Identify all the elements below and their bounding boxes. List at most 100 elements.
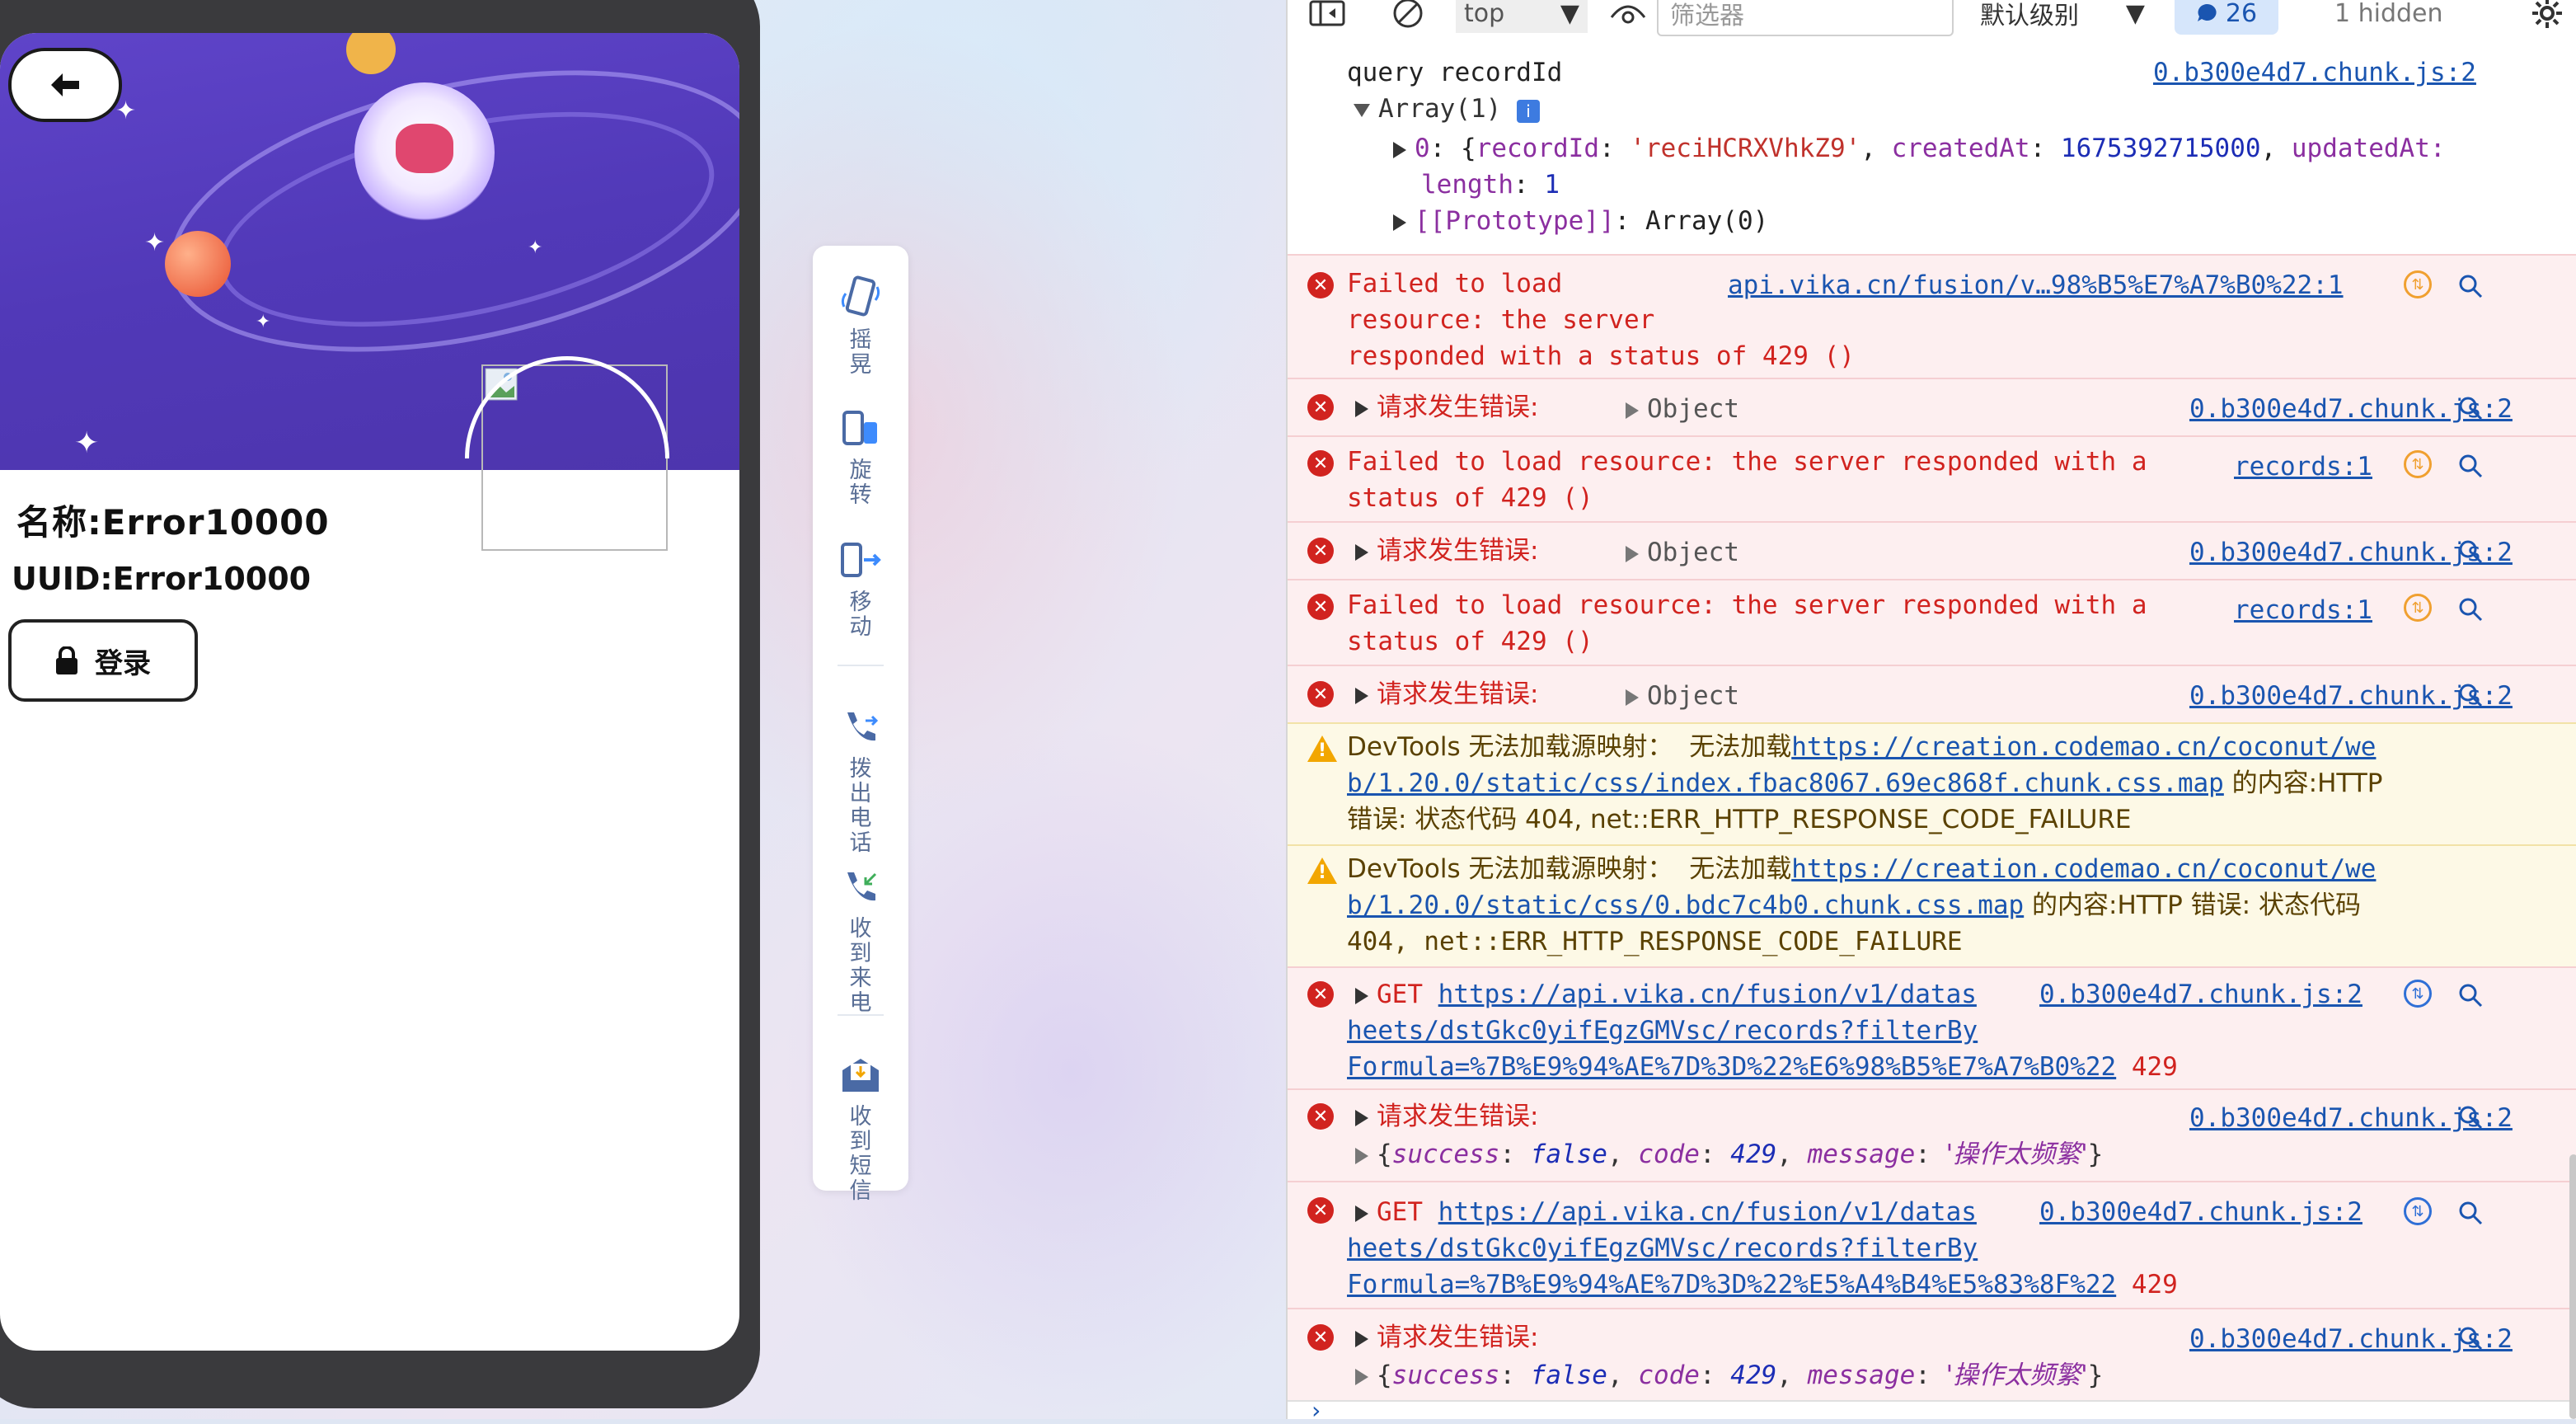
console-toolbar: top ▼ 筛选器 默认级别 ▼ 26 1 hidden [1288, 0, 2576, 40]
search-icon[interactable] [2458, 539, 2483, 564]
login-button-label: 登录 [95, 646, 151, 680]
error-icon: ✕ [1307, 681, 1334, 707]
log-row-get-error: ✕ GET https://api.vika.cn/fusion/v1/data… [1288, 966, 2576, 1088]
source-link[interactable]: 0.b300e4d7.chunk.js:2 [2039, 1194, 2363, 1230]
log-row-request-error: ✕ 请求发生错误: {success: false, code: 429, me… [1288, 1308, 2576, 1400]
move-phone-icon [841, 543, 881, 577]
block-icon [1393, 0, 1423, 28]
toolbar-divider [838, 1014, 884, 1016]
network-request-icon[interactable]: ⇅ [2404, 594, 2432, 622]
source-map-link[interactable]: https://creation.codemao.cn/coconut/we [1791, 854, 2376, 884]
tool-incoming-sms[interactable]: 收到短信 [813, 1054, 908, 1204]
source-link[interactable]: 0.b300e4d7.chunk.js:2 [2039, 976, 2363, 1013]
device-uuid-label: UUID:Error10000 [12, 561, 312, 597]
error-icon: ✕ [1307, 272, 1334, 298]
devtools-console: top ▼ 筛选器 默认级别 ▼ 26 1 hidden query recor… [1286, 0, 2576, 1424]
request-url-link[interactable]: heets/dstGkc0yifEgzGMVsc/records?filterB… [1347, 1016, 1978, 1046]
info-icon: i [1516, 100, 1540, 123]
log-row-request-error: ✕ 请求发生错误: Object 0.b300e4d7.chunk.js:2 [1288, 521, 2576, 579]
login-button[interactable]: 登录 [8, 619, 198, 702]
sidebar-toggle-icon [1309, 0, 1345, 26]
array-toggle[interactable]: Array(1) i [1354, 91, 1540, 127]
search-icon[interactable] [2458, 454, 2483, 478]
request-url-link[interactable]: Formula=%7B%E9%94%AE%7D%3D%22%E6%98%B5%E… [1347, 1052, 2116, 1082]
source-link[interactable]: records:1 [2234, 449, 2372, 485]
search-icon[interactable] [2458, 274, 2483, 298]
toolbar-divider [838, 665, 884, 666]
network-request-icon[interactable]: ⇅ [2404, 1197, 2432, 1225]
error-icon: ✕ [1307, 1324, 1334, 1351]
source-map-link[interactable]: https://creation.codemao.cn/coconut/we [1791, 732, 2376, 762]
context-select[interactable]: top ▼ [1456, 0, 1588, 33]
incoming-call-icon [847, 872, 877, 901]
warning-icon: ! [1307, 735, 1337, 762]
request-url-link[interactable]: https://api.vika.cn/fusion/v1/datas [1438, 980, 1977, 1009]
error-icon: ✕ [1307, 538, 1334, 564]
log-row-error: ✕ Failed to load resource: the server re… [1288, 254, 2576, 378]
search-icon[interactable] [2458, 983, 2483, 1008]
tool-shake[interactable]: 摇晃 [813, 274, 908, 378]
log-row-warning: ! DevTools 无法加载源映射： 无法加载https://creation… [1288, 844, 2576, 966]
warning-icon: ! [1307, 858, 1337, 884]
log-row-request-error: ✕ 请求发生错误: Object 0.b300e4d7.chunk.js:2 [1288, 665, 2576, 722]
log-row-error: ✕ Failed to load resource: the server re… [1288, 579, 2576, 665]
tool-outgoing-call[interactable]: 拨出电话 [813, 706, 908, 856]
error-icon: ✕ [1307, 1103, 1334, 1130]
phone-screen: ✦ ✦ ✦ ✦ ✦ 名称:Error10000 UUID:Error10000 … [0, 33, 739, 1351]
outgoing-call-icon [847, 712, 879, 741]
log-row-request-error: ✕ 请求发生错误: Object 0.b300e4d7.chunk.js:2 [1288, 378, 2576, 435]
back-button[interactable] [8, 48, 122, 122]
source-link[interactable]: records:1 [2234, 592, 2372, 628]
request-url-link[interactable]: Formula=%7B%E9%94%AE%7D%3D%22%E5%A4%B4%E… [1347, 1270, 2116, 1299]
error-icon: ✕ [1307, 1197, 1334, 1224]
search-icon[interactable] [2458, 1326, 2483, 1351]
network-request-icon[interactable]: ⇅ [2404, 980, 2432, 1008]
simulator-toolbar: 摇晃 旋转 移动 拨出电话 收到来电 收到短信 [813, 246, 908, 1204]
shake-phone-icon [841, 275, 880, 317]
network-request-icon[interactable]: ⇅ [2404, 270, 2432, 298]
search-icon[interactable] [2458, 597, 2483, 622]
search-icon[interactable] [2458, 1201, 2483, 1225]
tool-incoming-sms-label: 收到短信 [849, 1104, 872, 1204]
array-item-0[interactable]: 0: {recordId: 'reciHCRXVhkZ9', createdAt… [1393, 130, 2446, 167]
log-row-warning: ! DevTools 无法加载源映射： 无法加载https://creation… [1288, 722, 2576, 844]
network-request-icon[interactable]: ⇅ [2404, 450, 2432, 478]
response-object[interactable]: {success: false, code: 429, message: '操作… [1355, 1136, 2103, 1173]
hidden-count[interactable]: 1 hidden [2334, 0, 2443, 33]
error-icon: ✕ [1307, 981, 1334, 1008]
log-text: query recordId [1347, 58, 1563, 87]
issues-badge[interactable]: 26 [2175, 0, 2278, 35]
search-icon[interactable] [2458, 1105, 2483, 1130]
source-map-link[interactable]: b/1.20.0/static/css/0.bdc7c4b0.chunk.css… [1347, 891, 2024, 920]
settings-button[interactable] [2531, 0, 2564, 33]
tool-incoming-call[interactable]: 收到来电 [813, 866, 908, 1016]
gear-icon [2532, 0, 2562, 28]
source-map-link[interactable]: b/1.20.0/static/css/index.fbac8067.69ec8… [1347, 768, 2224, 798]
tool-move[interactable]: 移动 [813, 539, 908, 640]
array-prototype[interactable]: [[Prototype]]: Array(0) [1393, 203, 1768, 239]
console-scrollbar[interactable] [2569, 1154, 2576, 1419]
request-url-link[interactable]: heets/dstGkc0yifEgzGMVsc/records?filterB… [1347, 1234, 1978, 1263]
log-row-get-error: ✕ GET https://api.vika.cn/fusion/v1/data… [1288, 1181, 2576, 1308]
live-expression-button[interactable] [1609, 0, 1647, 33]
response-object[interactable]: {success: false, code: 429, message: '操作… [1355, 1357, 2103, 1393]
tool-incoming-call-label: 收到来电 [849, 916, 872, 1016]
log-level-select[interactable]: 默认级别 ▼ [1980, 0, 2145, 33]
array-length: length: 1 [1421, 170, 1560, 200]
filter-input[interactable]: 筛选器 [1657, 0, 1954, 36]
search-icon[interactable] [2458, 683, 2483, 707]
request-url-link[interactable]: https://api.vika.cn/fusion/v1/datas [1438, 1197, 1977, 1227]
clear-console-button[interactable] [1391, 0, 1424, 33]
console-prompt[interactable]: › [1288, 1397, 2576, 1424]
sidebar-toggle[interactable] [1309, 0, 1345, 33]
source-link[interactable]: api.vika.cn/fusion/v…98%B5%E7%A7%B0%22:1 [1728, 267, 2344, 303]
chevron-down-icon: ▼ [1560, 0, 1579, 28]
tool-shake-label: 摇晃 [849, 327, 872, 378]
search-icon[interactable] [2458, 396, 2483, 421]
log-row-request-error: ✕ 请求发生错误: {success: false, code: 429, me… [1288, 1088, 2576, 1181]
tool-rotate[interactable]: 旋转 [813, 407, 908, 508]
tool-rotate-label: 旋转 [849, 458, 872, 508]
source-link[interactable]: 0.b300e4d7.chunk.js:2 [2153, 54, 2476, 91]
error-icon: ✕ [1307, 594, 1334, 620]
log-level-value: 默认级别 [1980, 2, 2079, 31]
